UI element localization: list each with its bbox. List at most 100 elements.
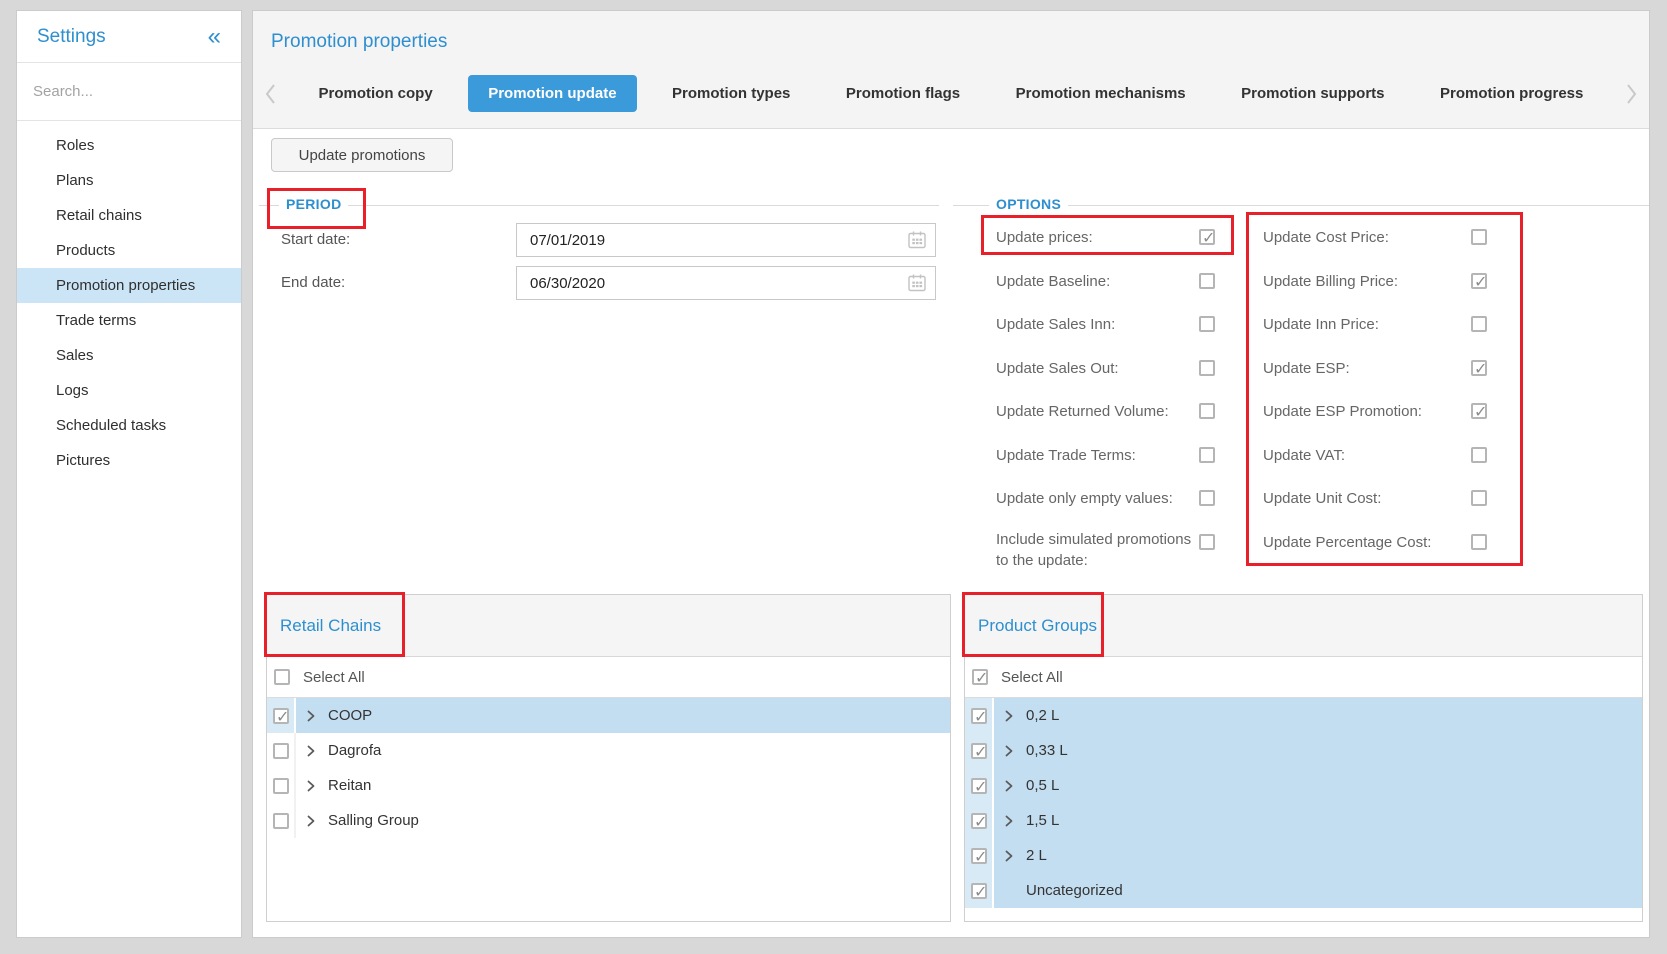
checkbox-update-returned-volume[interactable]	[1199, 403, 1215, 419]
calendar-icon[interactable]	[906, 272, 928, 294]
select-all-checkbox[interactable]	[972, 669, 988, 685]
product-groups-select-all: Select All	[965, 657, 1642, 698]
retail-chain-row-coop[interactable]: COOP	[267, 698, 950, 733]
sidebar-title: Settings	[37, 26, 106, 48]
product-group-row-uncategorized[interactable]: Uncategorized	[965, 873, 1642, 908]
expand-chevron-icon[interactable]	[307, 710, 315, 722]
checkbox-include-simulated-promotions[interactable]	[1199, 534, 1215, 550]
expand-chevron-icon[interactable]	[1005, 745, 1013, 757]
checkbox-update-cost-price[interactable]	[1471, 229, 1487, 245]
option-update-trade-terms: Update Trade Terms:	[996, 439, 1246, 473]
select-all-checkbox[interactable]	[274, 669, 290, 685]
update-promotions-button[interactable]: Update promotions	[271, 138, 453, 172]
end-date-label: End date:	[281, 266, 345, 300]
option-update-cost-price: Update Cost Price:	[1263, 221, 1513, 255]
search-input[interactable]	[33, 83, 225, 100]
product-group-row-2l[interactable]: 2 L	[965, 838, 1642, 873]
expand-chevron-icon[interactable]	[1005, 780, 1013, 792]
product-group-row-05l[interactable]: 0,5 L	[965, 768, 1642, 803]
checkbox-update-prices[interactable]	[1199, 229, 1215, 245]
tab-promotion-supports[interactable]: Promotion supports	[1221, 75, 1404, 112]
sidebar-item-retail-chains[interactable]: Retail chains	[17, 198, 241, 233]
expand-chevron-icon[interactable]	[307, 745, 315, 757]
start-date-field	[516, 223, 936, 257]
option-update-esp: Update ESP:	[1263, 352, 1513, 386]
row-checkbox[interactable]	[273, 813, 289, 829]
checkbox-update-esp-promotion[interactable]	[1471, 403, 1487, 419]
row-checkbox[interactable]	[971, 848, 987, 864]
sidebar-item-pictures[interactable]: Pictures	[17, 443, 241, 478]
tab-bar: Promotion copy Promotion update Promotio…	[257, 75, 1645, 112]
expand-chevron-icon[interactable]	[1005, 850, 1013, 862]
end-date-input[interactable]	[516, 266, 936, 300]
option-update-percentage-cost: Update Percentage Cost:	[1263, 526, 1513, 560]
calendar-icon[interactable]	[906, 229, 928, 251]
product-group-row-033l[interactable]: 0,33 L	[965, 733, 1642, 768]
row-checkbox[interactable]	[971, 778, 987, 794]
row-checkbox[interactable]	[971, 813, 987, 829]
row-checkbox[interactable]	[971, 708, 987, 724]
retail-chains-select-all: Select All	[267, 657, 950, 698]
option-update-baseline: Update Baseline:	[996, 265, 1246, 299]
tab-scroll-right-icon[interactable]	[1619, 83, 1645, 105]
tab-promotion-types[interactable]: Promotion types	[652, 75, 810, 112]
option-update-only-empty-values: Update only empty values:	[996, 482, 1246, 516]
tab-scroll-left-icon[interactable]	[257, 83, 283, 105]
checkbox-update-billing-price[interactable]	[1471, 273, 1487, 289]
tab-promotion-flags[interactable]: Promotion flags	[826, 75, 980, 112]
sidebar-item-scheduled-tasks[interactable]: Scheduled tasks	[17, 408, 241, 443]
retail-chains-panel: Retail Chains Select All COOP Dagrofa Re…	[266, 594, 951, 922]
checkbox-update-baseline[interactable]	[1199, 273, 1215, 289]
tab-promotion-progress[interactable]: Promotion progress	[1420, 75, 1603, 112]
option-update-billing-price: Update Billing Price:	[1263, 265, 1513, 299]
sidebar-item-logs[interactable]: Logs	[17, 373, 241, 408]
checkbox-update-inn-price[interactable]	[1471, 316, 1487, 332]
main-header: Promotion properties Promotion copy Prom…	[253, 11, 1649, 129]
expand-chevron-icon[interactable]	[1005, 710, 1013, 722]
option-update-unit-cost: Update Unit Cost:	[1263, 482, 1513, 516]
options-legend: OPTIONS	[989, 196, 1068, 212]
sidebar-item-plans[interactable]: Plans	[17, 163, 241, 198]
checkbox-update-esp[interactable]	[1471, 360, 1487, 376]
sidebar-item-roles[interactable]: Roles	[17, 128, 241, 163]
start-date-input[interactable]	[516, 223, 936, 257]
option-update-returned-volume: Update Returned Volume:	[996, 395, 1246, 429]
expand-chevron-icon[interactable]	[307, 815, 315, 827]
product-group-row-02l[interactable]: 0,2 L	[965, 698, 1642, 733]
checkbox-update-sales-inn[interactable]	[1199, 316, 1215, 332]
row-checkbox[interactable]	[971, 883, 987, 899]
option-update-esp-promotion: Update ESP Promotion:	[1263, 395, 1513, 429]
checkbox-update-trade-terms[interactable]	[1199, 447, 1215, 463]
retail-chain-row-reitan[interactable]: Reitan	[267, 768, 950, 803]
sidebar-item-sales[interactable]: Sales	[17, 338, 241, 373]
option-update-inn-price: Update Inn Price:	[1263, 308, 1513, 342]
tab-promotion-mechanisms[interactable]: Promotion mechanisms	[996, 75, 1206, 112]
sidebar-item-trade-terms[interactable]: Trade terms	[17, 303, 241, 338]
row-checkbox[interactable]	[273, 708, 289, 724]
tab-promotion-update[interactable]: Promotion update	[468, 75, 636, 112]
start-date-label: Start date:	[281, 223, 350, 257]
retail-chain-row-salling-group[interactable]: Salling Group	[267, 803, 950, 838]
row-checkbox[interactable]	[273, 778, 289, 794]
product-group-row-15l[interactable]: 1,5 L	[965, 803, 1642, 838]
product-groups-header: Product Groups	[965, 595, 1642, 657]
checkbox-update-unit-cost[interactable]	[1471, 490, 1487, 506]
period-fieldset-line	[259, 205, 939, 206]
row-checkbox[interactable]	[273, 743, 289, 759]
tab-promotion-copy[interactable]: Promotion copy	[299, 75, 453, 112]
sidebar-search	[17, 63, 241, 121]
checkbox-update-only-empty-values[interactable]	[1199, 490, 1215, 506]
main-panel: Promotion properties Promotion copy Prom…	[252, 10, 1650, 938]
option-update-sales-inn: Update Sales Inn:	[996, 308, 1246, 342]
expand-chevron-icon[interactable]	[1005, 815, 1013, 827]
sidebar-item-promotion-properties[interactable]: Promotion properties	[17, 268, 241, 303]
checkbox-update-percentage-cost[interactable]	[1471, 534, 1487, 550]
checkbox-update-vat[interactable]	[1471, 447, 1487, 463]
checkbox-update-sales-out[interactable]	[1199, 360, 1215, 376]
app-window: Settings « Roles Plans Retail chains Pro…	[0, 0, 1667, 954]
row-checkbox[interactable]	[971, 743, 987, 759]
retail-chain-row-dagrofa[interactable]: Dagrofa	[267, 733, 950, 768]
expand-chevron-icon[interactable]	[307, 780, 315, 792]
collapse-sidebar-icon[interactable]: «	[208, 27, 221, 47]
sidebar-item-products[interactable]: Products	[17, 233, 241, 268]
